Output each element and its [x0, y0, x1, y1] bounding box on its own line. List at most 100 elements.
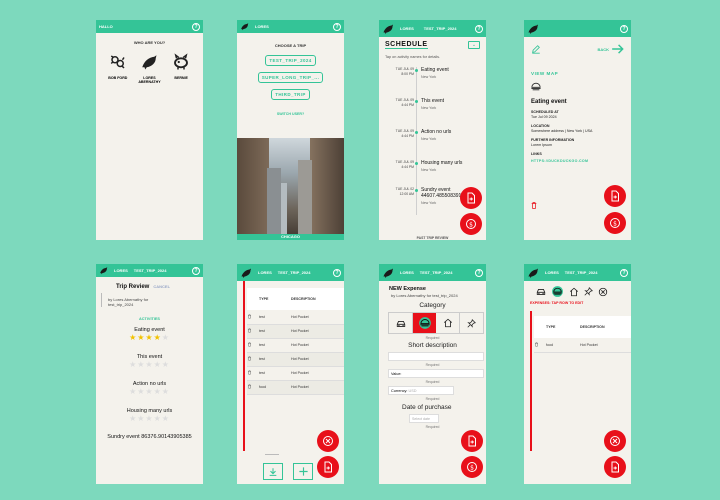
back-button[interactable]: BACK: [597, 43, 625, 55]
add-document-button[interactable]: [461, 430, 483, 452]
trip-button[interactable]: TEST_TRIP_2024: [265, 55, 316, 66]
close-icon[interactable]: [598, 287, 608, 297]
help-icon[interactable]: ?: [333, 22, 341, 31]
help-icon[interactable]: ?: [333, 268, 341, 277]
table-row[interactable]: test Hot Pocket: [247, 352, 344, 366]
screen-expenses-edit: LORES TEST_TRIP_2024 ? EXPENSES: TAP ROW…: [524, 264, 631, 484]
user-bob-ford[interactable]: BOB FORD: [103, 53, 133, 84]
user-bernie[interactable]: BERNIE: [166, 53, 196, 84]
trash-icon[interactable]: [247, 314, 252, 319]
event-name[interactable]: This event: [421, 98, 444, 104]
category-food[interactable]: [413, 313, 436, 333]
house-icon[interactable]: [569, 287, 579, 297]
screen-trip-review: LORES TEST_TRIP_2024 ? Trip Review CANCE…: [96, 264, 203, 484]
expenses-table: TYPE DESCRIPTION test Hot Pocket test Hot …: [247, 288, 344, 395]
help-icon[interactable]: ?: [192, 266, 200, 275]
add-document-button[interactable]: [460, 187, 482, 209]
help-icon[interactable]: ?: [192, 22, 200, 31]
event-name[interactable]: Housing many urls: [421, 160, 462, 166]
add-expense-button[interactable]: [461, 456, 483, 478]
category-sundry[interactable]: [460, 313, 483, 333]
bird-icon: [240, 267, 252, 279]
cell-type: test: [259, 343, 265, 347]
trip-button[interactable]: SUPER_LONG_TRIP_...: [257, 72, 324, 83]
table-row[interactable]: test Hot Pocket: [247, 338, 344, 352]
currency-input[interactable]: Currency: USD: [388, 386, 454, 395]
help-icon[interactable]: ?: [620, 268, 628, 277]
header-user: LORES: [255, 24, 269, 29]
edit-icon[interactable]: [531, 44, 541, 54]
trash-icon[interactable]: [247, 356, 252, 361]
required-note: Required: [425, 380, 440, 384]
event-time: 12:00 AM: [399, 192, 414, 196]
trash-icon[interactable]: [534, 342, 539, 347]
star-rating[interactable]: ★★★★★: [96, 333, 203, 342]
close-button[interactable]: [317, 430, 339, 452]
date-label: Date of purchase: [402, 404, 452, 411]
divider: [265, 454, 279, 455]
timeline-event[interactable]: TUE JUL 09 4:44 PM Action no urls New York: [379, 129, 486, 160]
screen-expenses: LORES TEST_TRIP_2024 ? TYPE DESCRIPTION …: [237, 264, 344, 484]
schedule-title: SCHEDULE: [385, 41, 428, 49]
download-button[interactable]: [263, 463, 283, 480]
trash-icon[interactable]: [247, 342, 252, 347]
star-rating[interactable]: ★★★★★: [96, 414, 203, 423]
bird-icon: [140, 53, 158, 71]
table-row[interactable]: food Hot Pocket: [247, 380, 344, 394]
trash-icon[interactable]: [247, 328, 252, 333]
add-button[interactable]: [293, 463, 313, 480]
add-expense-button[interactable]: [604, 212, 626, 234]
table-row[interactable]: test Hot Pocket: [247, 324, 344, 338]
add-document-button[interactable]: [604, 185, 626, 207]
event-title: Eating event: [531, 99, 567, 105]
timeline-event[interactable]: TUE JUL 09 4:44 PM This event New York: [379, 98, 486, 129]
cell-desc: Hot Pocket: [291, 385, 309, 389]
category-transport[interactable]: [389, 313, 413, 333]
pin-icon: [467, 318, 476, 328]
view-map-link[interactable]: VIEW MAP: [524, 55, 631, 76]
header-trip: TEST_TRIP_2024: [564, 270, 598, 275]
category-housing[interactable]: [436, 313, 460, 333]
close-button[interactable]: [604, 430, 626, 452]
cell-type: food: [259, 385, 266, 389]
car-icon[interactable]: [536, 287, 546, 296]
past-trip-review-link[interactable]: PAST TRIP REVIEW: [379, 236, 486, 240]
user-lores-abernathy[interactable]: LORES ABERNATHY: [134, 53, 164, 84]
help-icon[interactable]: ?: [475, 268, 483, 277]
date-input[interactable]: Select date: [409, 414, 439, 423]
review-title: Trip Review: [116, 284, 150, 290]
trash-icon[interactable]: [247, 384, 252, 389]
trash-icon[interactable]: [530, 201, 538, 210]
trash-icon[interactable]: [247, 370, 252, 375]
close-icon: [609, 435, 621, 447]
cancel-button[interactable]: CANCEL: [153, 284, 170, 289]
food-icon[interactable]: [551, 285, 564, 298]
switch-user-link[interactable]: SWITCH USER?: [237, 112, 344, 116]
star-rating[interactable]: ★★★★★: [96, 360, 203, 369]
bird-icon: [527, 23, 539, 35]
add-document-button[interactable]: [317, 456, 339, 478]
required-note: Required: [425, 336, 440, 340]
pin-icon[interactable]: [584, 287, 593, 296]
add-document-button[interactable]: [604, 456, 626, 478]
new-expense-title: NEW Expense: [389, 286, 426, 292]
trip-button[interactable]: THIRD_TRIP: [271, 89, 310, 100]
value-input[interactable]: Value:: [388, 369, 484, 378]
timeline-event[interactable]: TUE JUL 09 8:00 PM Eating event New York: [379, 67, 486, 98]
screen-event-detail: ? BACK VIEW MAP Eating event SCHEDULED A…: [524, 20, 631, 240]
table-row[interactable]: food Hot Pocket: [534, 338, 631, 352]
table-row[interactable]: test Hot Pocket: [247, 310, 344, 324]
help-icon[interactable]: ?: [620, 24, 628, 33]
event-name[interactable]: Eating event: [421, 67, 449, 73]
help-icon[interactable]: ?: [475, 24, 483, 33]
event-name[interactable]: Action no urls: [421, 129, 451, 135]
plus-icon: [298, 467, 308, 476]
star-rating[interactable]: ★★★★★: [96, 387, 203, 396]
add-expense-button[interactable]: [460, 213, 482, 235]
chevron-down-icon[interactable]: ⌄: [468, 41, 480, 49]
event-name[interactable]: Sundry event 44607.485508391: [421, 187, 461, 199]
timeline-event[interactable]: TUE JUL 09 4:44 PM Housing many urls New Y…: [379, 160, 486, 187]
link-item[interactable]: HTTPS://DUCKDUCKGO.COM: [531, 159, 624, 164]
short-description-input[interactable]: [388, 352, 484, 361]
table-row[interactable]: test Hot Pocket: [247, 366, 344, 380]
